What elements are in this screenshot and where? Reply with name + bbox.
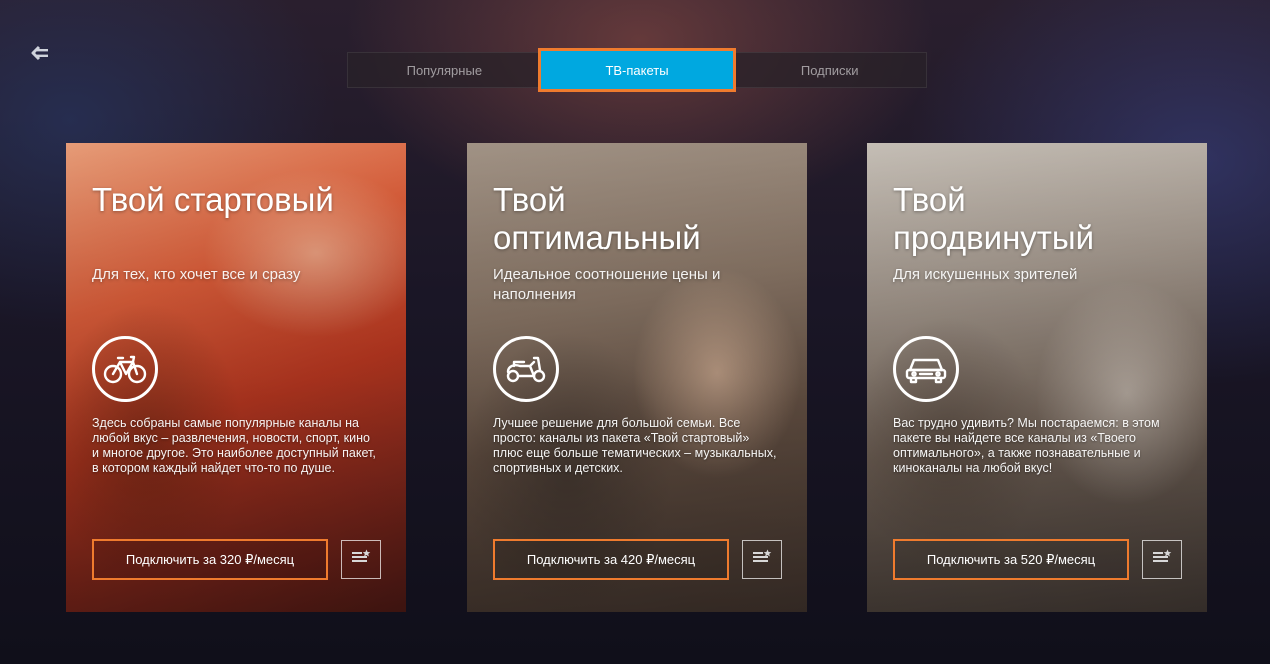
car-icon (893, 336, 959, 402)
channel-list-button[interactable] (742, 540, 782, 579)
subscribe-button[interactable]: Подключить за 520 ₽/месяц (893, 539, 1129, 580)
channel-list-icon (1152, 549, 1172, 570)
package-subtitle: Для тех, кто хочет все и сразу (92, 266, 301, 283)
scooter-icon (493, 336, 559, 402)
tab-tv-packages[interactable]: ТВ-пакеты (537, 48, 737, 92)
package-card-starter[interactable]: Твой стартовый Для тех, кто хочет все и … (66, 143, 406, 612)
package-description: Здесь собраны самые популярные каналы на… (92, 416, 376, 475)
package-description: Вас трудно удивить? Мы постараемся: в эт… (893, 416, 1160, 475)
subscribe-button[interactable]: Подключить за 420 ₽/месяц (493, 539, 729, 580)
package-title: Твой стартовый (92, 181, 334, 218)
package-description: Лучшее решение для большой семьи. Все пр… (493, 416, 777, 475)
package-subtitle: Идеальное соотношение цены и наполнения (493, 266, 721, 303)
back-arrow-icon (30, 45, 50, 66)
bicycle-icon (92, 336, 158, 402)
channel-list-icon (752, 549, 772, 570)
package-card-advanced[interactable]: Твой продвинутый Для искушенных зрителей… (867, 143, 1207, 612)
channel-list-button[interactable] (341, 540, 381, 579)
tab-popular[interactable]: Популярные (348, 53, 541, 87)
package-title: Твой оптимальный (493, 181, 701, 256)
package-card-optimal[interactable]: Твой оптимальный Идеальное соотношение ц… (467, 143, 807, 612)
tab-subscriptions[interactable]: Подписки (733, 53, 926, 87)
channel-list-icon (351, 549, 371, 570)
subscribe-button[interactable]: Подключить за 320 ₽/месяц (92, 539, 328, 580)
package-title: Твой продвинутый (893, 181, 1095, 256)
channel-list-button[interactable] (1142, 540, 1182, 579)
package-subtitle: Для искушенных зрителей (893, 266, 1078, 283)
category-tabs: Популярные ТВ-пакеты Подписки (347, 48, 927, 92)
back-button[interactable] (28, 44, 52, 66)
